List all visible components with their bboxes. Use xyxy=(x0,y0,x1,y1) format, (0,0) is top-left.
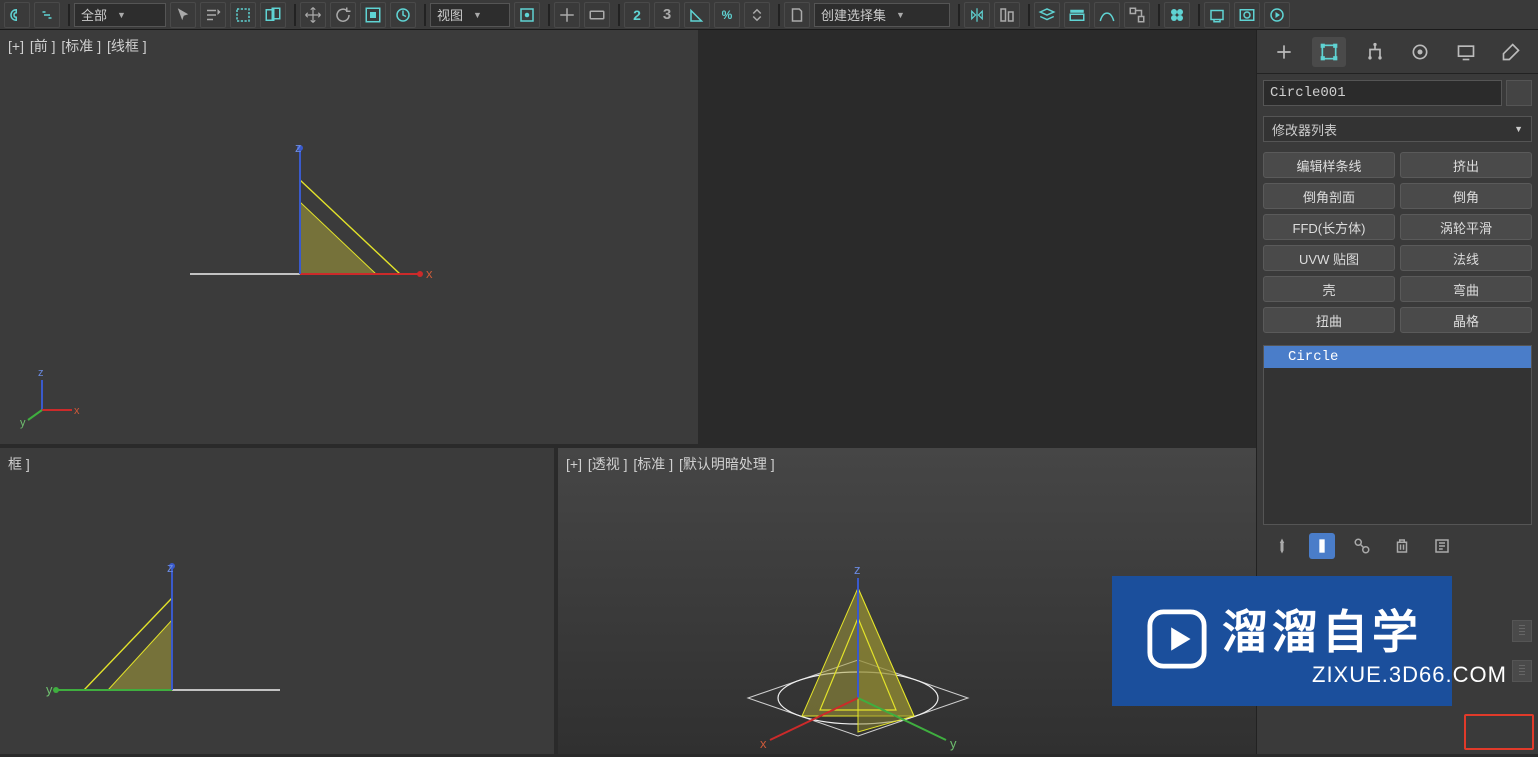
modify-tab-icon[interactable] xyxy=(1312,37,1346,67)
move-icon[interactable] xyxy=(300,2,326,28)
object-color-swatch[interactable] xyxy=(1506,80,1532,106)
utilities-tab-icon[interactable] xyxy=(1494,37,1528,67)
modifier-btn-shell[interactable]: 壳 xyxy=(1263,276,1395,302)
render-production-icon[interactable] xyxy=(1264,2,1290,28)
material-editor-icon[interactable] xyxy=(1164,2,1190,28)
viewport-perspective-canvas: z x y xyxy=(558,448,1256,754)
modifier-btn-edit-spline[interactable]: 编辑样条线 xyxy=(1263,152,1395,178)
select-by-name-icon[interactable] xyxy=(200,2,226,28)
command-panel-tabs xyxy=(1257,30,1538,74)
modifier-btn-ffd-box[interactable]: FFD(长方体) xyxy=(1263,214,1395,240)
chevron-down-icon: ▼ xyxy=(1514,124,1523,134)
window-crossing-icon[interactable] xyxy=(260,2,286,28)
svg-text:x: x xyxy=(426,266,433,281)
viewport-left-label[interactable]: 框 ] xyxy=(8,454,32,474)
svg-text:z: z xyxy=(38,367,44,379)
toggle-ribbon-icon[interactable] xyxy=(1064,2,1090,28)
chevron-down-icon: ▼ xyxy=(896,10,905,20)
modifier-btn-turbosmooth[interactable]: 涡轮平滑 xyxy=(1400,214,1532,240)
modifier-btn-normal[interactable]: 法线 xyxy=(1400,245,1532,271)
modifier-stack-item-selected[interactable]: Circle xyxy=(1264,346,1531,368)
viewport-front-label[interactable]: [+] [前 ] [标准 ] [线框 ] xyxy=(8,36,149,56)
main-toolbar: 全部 ▼ 视图 ▼ 2 3 % 创建选择集 ▼ xyxy=(0,0,1538,30)
svg-text:x: x xyxy=(74,405,80,417)
link-icon[interactable] xyxy=(34,2,60,28)
svg-text:x: x xyxy=(760,736,767,751)
snap-2d-icon[interactable]: 2 xyxy=(624,2,650,28)
scale-icon[interactable] xyxy=(360,2,386,28)
svg-text:y: y xyxy=(20,417,26,429)
modifier-btn-bend[interactable]: 弯曲 xyxy=(1400,276,1532,302)
spinner-snap-icon[interactable] xyxy=(744,2,770,28)
selection-filter-dropdown[interactable]: 全部 ▼ xyxy=(74,3,166,27)
viewport-left[interactable]: 框 ] y z xyxy=(0,448,554,754)
modifier-btn-bevel[interactable]: 倒角 xyxy=(1400,183,1532,209)
chevron-down-icon: ▼ xyxy=(117,10,126,20)
rollout-grip[interactable] xyxy=(1512,620,1532,642)
command-panel: 修改器列表 ▼ 编辑样条线 挤出 倒角剖面 倒角 FFD(长方体) 涡轮平滑 U… xyxy=(1256,30,1538,754)
placement-icon[interactable] xyxy=(390,2,416,28)
select-region-rect-icon[interactable] xyxy=(230,2,256,28)
render-frame-icon[interactable] xyxy=(1234,2,1260,28)
named-selection-set-label: 创建选择集 xyxy=(821,5,886,24)
mirror-icon[interactable] xyxy=(964,2,990,28)
motion-tab-icon[interactable] xyxy=(1403,37,1437,67)
modifier-btn-bevel-profile[interactable]: 倒角剖面 xyxy=(1263,183,1395,209)
render-setup-icon[interactable] xyxy=(1204,2,1230,28)
highlighted-corner-button[interactable] xyxy=(1464,714,1534,750)
modifier-list-label: 修改器列表 xyxy=(1272,120,1337,139)
snap-toggle-icon[interactable] xyxy=(4,2,30,28)
hierarchy-tab-icon[interactable] xyxy=(1358,37,1392,67)
reference-coord-dropdown[interactable]: 视图 ▼ xyxy=(430,3,510,27)
reference-coord-label: 视图 xyxy=(437,5,463,24)
modifier-list-dropdown[interactable]: 修改器列表 ▼ xyxy=(1263,116,1532,142)
create-tab-icon[interactable] xyxy=(1267,37,1301,67)
object-name-input[interactable] xyxy=(1263,80,1502,106)
modifier-buttons-grid: 编辑样条线 挤出 倒角剖面 倒角 FFD(长方体) 涡轮平滑 UVW 贴图 法线… xyxy=(1257,146,1538,339)
schematic-view-icon[interactable] xyxy=(1124,2,1150,28)
modifier-btn-extrude[interactable]: 挤出 xyxy=(1400,152,1532,178)
modifier-btn-twist[interactable]: 扭曲 xyxy=(1263,307,1395,333)
svg-text:z: z xyxy=(295,140,302,155)
layers-icon[interactable] xyxy=(1034,2,1060,28)
keyboard-shortcut-icon[interactable] xyxy=(584,2,610,28)
viewport-front[interactable]: [+] [前 ] [标准 ] [线框 ] x z z x y xyxy=(0,30,698,444)
named-selection-open-icon[interactable] xyxy=(784,2,810,28)
angle-snap-icon[interactable] xyxy=(684,2,710,28)
svg-text:z: z xyxy=(167,560,174,575)
viewport-front-canvas: x z z x y xyxy=(0,30,698,444)
svg-text:y: y xyxy=(46,682,53,697)
viewport-grid: 框 ] x y [+] [前 ] [标准 ] [线框 ] xyxy=(0,30,1256,754)
select-object-icon[interactable] xyxy=(170,2,196,28)
svg-text:z: z xyxy=(854,562,861,577)
rollout-grip[interactable] xyxy=(1512,660,1532,682)
curve-editor-icon[interactable] xyxy=(1094,2,1120,28)
use-pivot-center-icon[interactable] xyxy=(514,2,540,28)
viewport-left-canvas: y z xyxy=(0,448,554,754)
chevron-down-icon: ▼ xyxy=(473,10,482,20)
modifier-btn-uvw-map[interactable]: UVW 贴图 xyxy=(1263,245,1395,271)
named-selection-set-dropdown[interactable]: 创建选择集 ▼ xyxy=(814,3,950,27)
align-icon[interactable] xyxy=(994,2,1020,28)
rollout-grips xyxy=(1512,620,1532,686)
snap-3d-icon[interactable]: 3 xyxy=(654,2,680,28)
selection-filter-label: 全部 xyxy=(81,5,107,24)
svg-text:y: y xyxy=(950,736,957,751)
viewport-perspective-label[interactable]: [+] [透视 ] [标准 ] [默认明暗处理 ] xyxy=(566,454,777,474)
manipulate-icon[interactable] xyxy=(554,2,580,28)
viewport-perspective[interactable]: [+] [透视 ] [标准 ] [默认明暗处理 ] z x y xyxy=(558,448,1256,754)
percent-snap-icon[interactable]: % xyxy=(714,2,740,28)
modifier-btn-lattice[interactable]: 晶格 xyxy=(1400,307,1532,333)
display-tab-icon[interactable] xyxy=(1449,37,1483,67)
object-name-row xyxy=(1257,74,1538,112)
rotate-icon[interactable] xyxy=(330,2,356,28)
